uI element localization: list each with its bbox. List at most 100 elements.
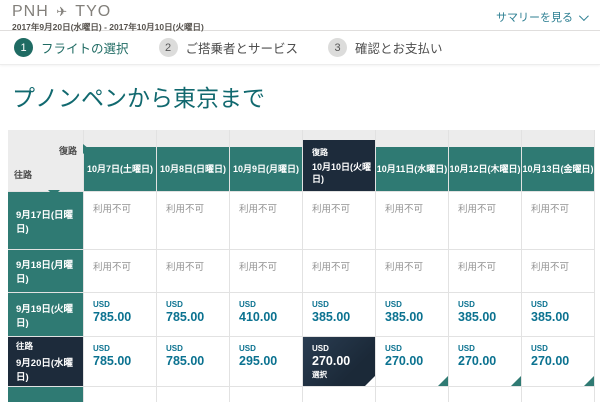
step-1[interactable]: 1 フライトの選択 — [14, 38, 129, 57]
fare-cell-price[interactable]: USD385.00 — [449, 293, 522, 337]
step-label: フライトの選択 — [41, 38, 129, 57]
step-label: 確認とお支払い — [355, 38, 443, 57]
fare-amount: 785.00 — [166, 310, 229, 324]
summary-toggle-label: サマリーを見る — [496, 9, 573, 25]
fare-cell-unavailable: 利用不可 — [157, 250, 230, 293]
arrow-down-icon — [48, 190, 60, 196]
date-text: 10月12日(木曜日) — [449, 163, 520, 175]
return-date-label: 10月9日(月曜日) — [230, 147, 302, 191]
fare-amount: 410.00 — [239, 310, 302, 324]
date-text: 10月10日(火曜日) — [312, 161, 375, 185]
fare-cell-price[interactable]: USD785.00 — [84, 337, 157, 387]
currency-label: USD — [458, 344, 521, 353]
page-title: プノンペンから東京まで — [0, 65, 600, 123]
fare-cell-empty — [522, 387, 595, 402]
return-date-header-6[interactable]: 10月12日(木曜日) — [449, 130, 522, 192]
currency-label: USD — [385, 300, 448, 309]
step-label: ご搭乗者とサービス — [186, 38, 299, 57]
return-date-label: 10月7日(土曜日) — [84, 147, 156, 191]
fare-cell-price[interactable]: USD410.00 — [230, 293, 303, 337]
step-number-badge: 2 — [159, 38, 178, 57]
fare-cell-unavailable: 利用不可 — [230, 192, 303, 250]
lowest-fare-corner-icon — [511, 376, 521, 386]
currency-label: USD — [239, 300, 302, 309]
return-date-label: 10月8日(日曜日) — [157, 147, 229, 191]
outbound-prefix-label: 往路 — [16, 340, 83, 352]
fare-cell-unavailable: 利用不可 — [522, 192, 595, 250]
fare-matrix: 復路往路 10月7日(土曜日) 10月8日(日曜日) 10月9日(月曜日) 復路 10月1… — [8, 130, 595, 402]
fare-cell-price[interactable]: USD785.00 — [157, 293, 230, 337]
fare-cell-price[interactable]: USD785.00 — [157, 337, 230, 387]
return-date-header-4[interactable]: 復路 10月10日(火曜日) — [303, 130, 376, 192]
fare-cell-empty — [449, 387, 522, 402]
destination-code: TYO — [75, 3, 111, 20]
currency-label: USD — [458, 300, 521, 309]
currency-label: USD — [385, 344, 448, 353]
fare-amount: 295.00 — [239, 354, 302, 368]
fare-cell-unavailable: 利用不可 — [230, 250, 303, 293]
unavailable-label: 利用不可 — [531, 262, 569, 273]
currency-label: USD — [166, 344, 229, 353]
outbound-date-header-1: 9月17日(日曜日) — [8, 192, 84, 250]
fare-cell-unavailable: 利用不可 — [449, 250, 522, 293]
unavailable-label: 利用不可 — [93, 204, 131, 215]
unavailable-label: 利用不可 — [239, 204, 277, 215]
fare-cell-empty — [230, 387, 303, 402]
fare-cell-price[interactable]: USD385.00 — [303, 293, 376, 337]
date-text: 9月19日(火曜日) — [16, 301, 83, 329]
fare-amount: 270.00 — [385, 354, 448, 368]
fare-cell-empty — [303, 387, 376, 402]
currency-label: USD — [166, 300, 229, 309]
return-date-header-2[interactable]: 10月8日(日曜日) — [157, 130, 230, 192]
date-text: 10月9日(月曜日) — [233, 163, 299, 175]
fare-cell-unavailable: 利用不可 — [449, 192, 522, 250]
return-date-header-1[interactable]: 10月7日(土曜日) — [84, 130, 157, 192]
fare-cell-unavailable: 利用不可 — [522, 250, 595, 293]
fare-cell-price[interactable]: USD295.00 — [230, 337, 303, 387]
date-text: 9月18日(月曜日) — [16, 257, 83, 285]
fare-amount: 785.00 — [166, 354, 229, 368]
unavailable-label: 利用不可 — [385, 262, 423, 273]
fare-amount: 270.00 — [312, 354, 375, 368]
fare-cell-unavailable: 利用不可 — [303, 192, 376, 250]
step-number-badge: 1 — [14, 38, 33, 57]
step-2: 2 ご搭乗者とサービス — [159, 38, 299, 57]
step-3: 3 確認とお支払い — [328, 38, 443, 57]
fare-cell-unavailable: 利用不可 — [157, 192, 230, 250]
fare-cell-empty — [157, 387, 230, 402]
fare-cell-price[interactable]: USD270.00選択 — [303, 337, 376, 387]
outbound-date-header-4: 往路 9月20日(水曜日) — [8, 337, 84, 387]
date-text: 10月7日(土曜日) — [87, 163, 153, 175]
date-text: 10月13日(金曜日) — [522, 163, 593, 175]
return-prefix-label: 復路 — [312, 147, 328, 159]
fare-cell-price[interactable]: USD270.00 — [449, 337, 522, 387]
return-date-header-7[interactable]: 10月13日(金曜日) — [522, 130, 595, 192]
fare-cell-price[interactable]: USD785.00 — [84, 293, 157, 337]
currency-label: USD — [531, 344, 594, 353]
unavailable-label: 利用不可 — [531, 204, 569, 215]
fare-cell-price[interactable]: USD385.00 — [522, 293, 595, 337]
fare-cell-price[interactable]: USD270.00 — [376, 337, 449, 387]
date-text: 10月8日(日曜日) — [160, 163, 226, 175]
return-date-header-5[interactable]: 10月11日(水曜日) — [376, 130, 449, 192]
arrow-right-icon — [83, 144, 89, 154]
return-date-header-3[interactable]: 10月9日(月曜日) — [230, 130, 303, 192]
unavailable-label: 利用不可 — [312, 204, 350, 215]
summary-toggle[interactable]: サマリーを見る — [496, 9, 586, 25]
currency-label: USD — [312, 344, 375, 353]
currency-label: USD — [531, 300, 594, 309]
origin-code: PNH — [12, 3, 49, 20]
return-date-label: 10月13日(金曜日) — [522, 147, 594, 191]
unavailable-label: 利用不可 — [385, 204, 423, 215]
booking-steps: 1 フライトの選択 2 ご搭乗者とサービス 3 確認とお支払い — [0, 31, 600, 65]
outbound-date-header-2: 9月18日(月曜日) — [8, 250, 84, 293]
fare-amount: 270.00 — [458, 354, 521, 368]
step-number-badge: 3 — [328, 38, 347, 57]
date-text: 9月20日(水曜日) — [16, 355, 83, 383]
currency-label: USD — [93, 300, 156, 309]
fare-cell-price[interactable]: USD385.00 — [376, 293, 449, 337]
fare-cell-unavailable: 利用不可 — [84, 192, 157, 250]
selected-corner-icon — [365, 376, 375, 386]
fare-amount: 270.00 — [531, 354, 594, 368]
fare-cell-price[interactable]: USD270.00 — [522, 337, 595, 387]
